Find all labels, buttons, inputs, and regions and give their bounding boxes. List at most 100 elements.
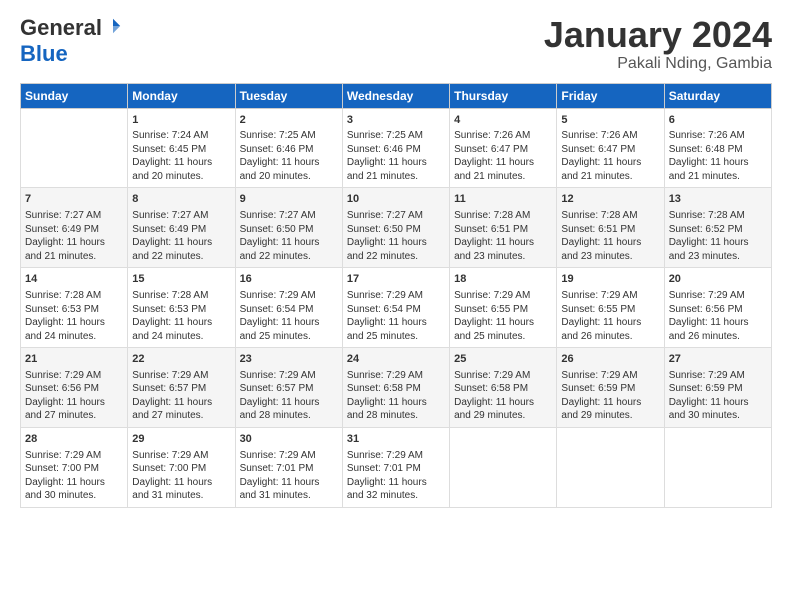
sunset-label: Sunset: 6:53 PM	[25, 304, 99, 315]
date-number: 18	[454, 272, 552, 287]
sunrise-label: Sunrise: 7:25 AM	[347, 130, 423, 141]
daylight-label: Daylight: 11 hours and 22 minutes.	[347, 237, 427, 262]
daylight-label: Daylight: 11 hours and 25 minutes.	[240, 317, 320, 342]
sunset-label: Sunset: 6:52 PM	[669, 224, 743, 235]
sunrise-label: Sunrise: 7:29 AM	[347, 450, 423, 461]
sunrise-label: Sunrise: 7:29 AM	[561, 290, 637, 301]
sunrise-label: Sunrise: 7:26 AM	[561, 130, 637, 141]
sunset-label: Sunset: 6:50 PM	[240, 224, 314, 235]
daylight-label: Daylight: 11 hours and 22 minutes.	[240, 237, 320, 262]
sunset-label: Sunset: 7:01 PM	[240, 463, 314, 474]
day-cell	[450, 427, 557, 507]
sunrise-label: Sunrise: 7:29 AM	[240, 370, 316, 381]
col-sunday: Sunday	[21, 83, 128, 108]
daylight-label: Daylight: 11 hours and 28 minutes.	[347, 397, 427, 422]
sunrise-label: Sunrise: 7:27 AM	[25, 210, 101, 221]
sunset-label: Sunset: 6:58 PM	[454, 383, 528, 394]
sunrise-label: Sunrise: 7:26 AM	[454, 130, 530, 141]
date-number: 14	[25, 272, 123, 287]
logo-general-text: General	[20, 15, 102, 41]
daylight-label: Daylight: 11 hours and 21 minutes.	[669, 157, 749, 182]
title-block: January 2024 Pakali Nding, Gambia	[544, 15, 772, 73]
sunset-label: Sunset: 6:56 PM	[669, 304, 743, 315]
day-cell: 11Sunrise: 7:28 AMSunset: 6:51 PMDayligh…	[450, 188, 557, 268]
sunset-label: Sunset: 6:50 PM	[347, 224, 421, 235]
day-cell: 21Sunrise: 7:29 AMSunset: 6:56 PMDayligh…	[21, 348, 128, 428]
day-cell: 22Sunrise: 7:29 AMSunset: 6:57 PMDayligh…	[128, 348, 235, 428]
date-number: 3	[347, 113, 445, 128]
day-cell	[664, 427, 771, 507]
date-number: 27	[669, 352, 767, 367]
sunrise-label: Sunrise: 7:29 AM	[132, 450, 208, 461]
sunset-label: Sunset: 7:00 PM	[132, 463, 206, 474]
day-cell: 8Sunrise: 7:27 AMSunset: 6:49 PMDaylight…	[128, 188, 235, 268]
day-cell: 25Sunrise: 7:29 AMSunset: 6:58 PMDayligh…	[450, 348, 557, 428]
date-number: 30	[240, 432, 338, 447]
sunrise-label: Sunrise: 7:29 AM	[25, 450, 101, 461]
date-number: 7	[25, 192, 123, 207]
sunrise-label: Sunrise: 7:28 AM	[669, 210, 745, 221]
daylight-label: Daylight: 11 hours and 20 minutes.	[240, 157, 320, 182]
sunset-label: Sunset: 6:55 PM	[561, 304, 635, 315]
daylight-label: Daylight: 11 hours and 22 minutes.	[132, 237, 212, 262]
daylight-label: Daylight: 11 hours and 23 minutes.	[454, 237, 534, 262]
day-cell: 18Sunrise: 7:29 AMSunset: 6:55 PMDayligh…	[450, 268, 557, 348]
daylight-label: Daylight: 11 hours and 23 minutes.	[669, 237, 749, 262]
sunrise-label: Sunrise: 7:29 AM	[669, 290, 745, 301]
day-cell: 27Sunrise: 7:29 AMSunset: 6:59 PMDayligh…	[664, 348, 771, 428]
daylight-label: Daylight: 11 hours and 20 minutes.	[132, 157, 212, 182]
sunrise-label: Sunrise: 7:29 AM	[132, 370, 208, 381]
day-cell: 9Sunrise: 7:27 AMSunset: 6:50 PMDaylight…	[235, 188, 342, 268]
day-cell: 24Sunrise: 7:29 AMSunset: 6:58 PMDayligh…	[342, 348, 449, 428]
daylight-label: Daylight: 11 hours and 24 minutes.	[25, 317, 105, 342]
sunset-label: Sunset: 6:54 PM	[347, 304, 421, 315]
sunset-label: Sunset: 6:47 PM	[561, 144, 635, 155]
col-saturday: Saturday	[664, 83, 771, 108]
sunset-label: Sunset: 6:53 PM	[132, 304, 206, 315]
date-number: 19	[561, 272, 659, 287]
sunrise-label: Sunrise: 7:25 AM	[240, 130, 316, 141]
day-cell: 7Sunrise: 7:27 AMSunset: 6:49 PMDaylight…	[21, 188, 128, 268]
day-cell: 6Sunrise: 7:26 AMSunset: 6:48 PMDaylight…	[664, 108, 771, 188]
daylight-label: Daylight: 11 hours and 28 minutes.	[240, 397, 320, 422]
sunrise-label: Sunrise: 7:29 AM	[454, 370, 530, 381]
date-number: 22	[132, 352, 230, 367]
sunrise-label: Sunrise: 7:29 AM	[669, 370, 745, 381]
day-cell: 17Sunrise: 7:29 AMSunset: 6:54 PMDayligh…	[342, 268, 449, 348]
daylight-label: Daylight: 11 hours and 21 minutes.	[561, 157, 641, 182]
col-monday: Monday	[128, 83, 235, 108]
date-number: 26	[561, 352, 659, 367]
sunrise-label: Sunrise: 7:26 AM	[669, 130, 745, 141]
day-cell: 3Sunrise: 7:25 AMSunset: 6:46 PMDaylight…	[342, 108, 449, 188]
sunrise-label: Sunrise: 7:29 AM	[347, 290, 423, 301]
daylight-label: Daylight: 11 hours and 31 minutes.	[132, 477, 212, 502]
col-thursday: Thursday	[450, 83, 557, 108]
day-cell: 5Sunrise: 7:26 AMSunset: 6:47 PMDaylight…	[557, 108, 664, 188]
sunset-label: Sunset: 6:46 PM	[240, 144, 314, 155]
sunset-label: Sunset: 6:51 PM	[561, 224, 635, 235]
daylight-label: Daylight: 11 hours and 26 minutes.	[669, 317, 749, 342]
logo-flag-icon	[104, 17, 122, 35]
date-number: 29	[132, 432, 230, 447]
sunrise-label: Sunrise: 7:29 AM	[454, 290, 530, 301]
day-cell: 28Sunrise: 7:29 AMSunset: 7:00 PMDayligh…	[21, 427, 128, 507]
calendar-table: Sunday Monday Tuesday Wednesday Thursday…	[20, 83, 772, 508]
daylight-label: Daylight: 11 hours and 25 minutes.	[347, 317, 427, 342]
sunrise-label: Sunrise: 7:29 AM	[25, 370, 101, 381]
date-number: 9	[240, 192, 338, 207]
daylight-label: Daylight: 11 hours and 26 minutes.	[561, 317, 641, 342]
daylight-label: Daylight: 11 hours and 25 minutes.	[454, 317, 534, 342]
date-number: 16	[240, 272, 338, 287]
header: General Blue January 2024 Pakali Nding, …	[20, 15, 772, 73]
daylight-label: Daylight: 11 hours and 32 minutes.	[347, 477, 427, 502]
week-row-1: 7Sunrise: 7:27 AMSunset: 6:49 PMDaylight…	[21, 188, 772, 268]
date-number: 12	[561, 192, 659, 207]
sunset-label: Sunset: 6:51 PM	[454, 224, 528, 235]
day-cell	[21, 108, 128, 188]
sunset-label: Sunset: 6:47 PM	[454, 144, 528, 155]
col-friday: Friday	[557, 83, 664, 108]
logo: General Blue	[20, 15, 122, 67]
header-row: Sunday Monday Tuesday Wednesday Thursday…	[21, 83, 772, 108]
sunrise-label: Sunrise: 7:28 AM	[132, 290, 208, 301]
daylight-label: Daylight: 11 hours and 27 minutes.	[25, 397, 105, 422]
